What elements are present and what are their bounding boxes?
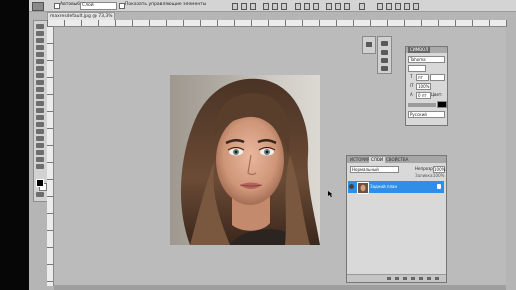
tools-panel [33,20,48,202]
text-style-buttons[interactable] [408,103,436,107]
character-panel: СИМВОЛ Tahoma T пт IT 100% A 0 пт Цвет: … [405,46,448,126]
quick-select-tool[interactable] [36,45,44,50]
layers-panel-tabbar: ИСТОРИЯ СЛОИ СВОЙСТВА [347,156,446,163]
blur-tool[interactable] [36,108,44,113]
distribute-bottom-icon[interactable] [313,3,319,10]
auto-align-icon[interactable] [359,3,365,10]
move-tool[interactable] [36,24,44,29]
distribute-right-icon[interactable] [344,3,350,10]
show-transform-label: Показать управляющие элементы [125,2,207,7]
3d-tool[interactable] [36,150,44,155]
distribute-top-icon[interactable] [295,3,301,10]
tab-character[interactable]: СИМВОЛ [408,47,431,53]
gradient-tool[interactable] [36,101,44,106]
screen-border [0,0,29,290]
styles-panel-icon[interactable] [381,58,388,63]
font-size-field[interactable]: пт [416,74,429,81]
adjustment-layer-icon[interactable] [411,277,415,280]
font-size-icon: T [410,74,413,79]
3d-scale-icon[interactable] [413,3,419,10]
collapsed-panel-paragraph [362,36,376,54]
hand-tool[interactable] [36,157,44,162]
lasso-tool[interactable] [36,38,44,43]
collapsed-panel-dock [377,36,392,74]
path-select-tool[interactable] [36,136,44,141]
options-bar: Автовыбор: Слой Показать управляющие эле… [29,0,516,12]
color-label: Цвет: [431,92,443,97]
paragraph-panel-icon[interactable] [366,42,372,47]
align-bottom-icon[interactable] [250,3,256,10]
language-dropdown[interactable]: Русский [408,111,445,118]
portrait-image-art [180,78,320,245]
dodge-tool[interactable] [36,115,44,120]
blend-mode-dropdown[interactable]: Нормальный [350,166,399,173]
portrait-image[interactable] [170,75,320,245]
crop-tool[interactable] [36,52,44,57]
fill-label: Заливка: [415,173,434,178]
mouse-cursor-icon [328,191,333,197]
eraser-tool[interactable] [36,94,44,99]
3d-drag-icon[interactable] [395,3,401,10]
font-family-dropdown[interactable]: Tahoma [408,56,445,63]
baseline-icon: A [410,92,413,97]
character-panel-tabbar: СИМВОЛ [406,47,447,53]
foreground-color-swatch[interactable] [36,179,44,187]
align-middle-icon[interactable] [241,3,247,10]
color-panel-icon[interactable] [381,41,388,46]
layer-thumbnail [357,182,369,194]
align-left-icon[interactable] [263,3,269,10]
layers-panel: ИСТОРИЯ СЛОИ СВОЙСТВА Нормальный Непрозр… [346,155,447,283]
tab-layers[interactable]: СЛОИ [369,157,385,163]
layer-name: Задний план [370,184,398,189]
trash-icon[interactable] [435,277,439,280]
align-top-icon[interactable] [232,3,238,10]
opacity-field[interactable]: 100% [433,166,445,173]
move-tool-icon[interactable] [32,2,44,11]
new-group-icon[interactable] [419,277,423,280]
distribute-middle-icon[interactable] [304,3,310,10]
history-brush-tool[interactable] [36,87,44,92]
photoshop-window: Автовыбор: Слой Показать управляющие эле… [0,0,516,290]
type-tool[interactable] [36,129,44,134]
align-right-icon[interactable] [281,3,287,10]
autoselect-dropdown[interactable]: Слой [80,2,117,10]
3d-rotate-icon[interactable] [377,3,383,10]
status-bar [54,285,506,290]
visibility-eye-icon[interactable] [349,184,354,189]
lock-fill-row: Заливка: 100% [350,173,444,179]
3d-slide-icon[interactable] [404,3,410,10]
fill-field[interactable]: 100% [433,173,444,179]
swatches-panel-icon[interactable] [381,50,388,55]
layer-thumbnail-art [360,184,366,192]
vertical-scale-icon: IT [410,83,414,88]
pen-tool[interactable] [36,122,44,127]
distribute-center-icon[interactable] [335,3,341,10]
adjustments-panel-icon[interactable] [381,66,388,71]
quick-mask-button[interactable] [36,192,44,197]
distribute-left-icon[interactable] [326,3,332,10]
tab-properties[interactable]: СВОЙСТВА [384,157,410,163]
healing-brush-tool[interactable] [36,66,44,71]
marquee-tool[interactable] [36,31,44,36]
baseline-shift-field[interactable]: 0 пт [416,92,431,99]
font-style-dropdown[interactable] [408,65,426,72]
horizontal-ruler[interactable] [47,20,507,27]
clone-stamp-tool[interactable] [36,80,44,85]
layer-style-icon[interactable] [395,277,399,280]
text-color-swatch[interactable] [437,101,447,108]
leading-field[interactable] [430,74,445,81]
shape-tool[interactable] [36,143,44,148]
brush-tool[interactable] [36,73,44,78]
zoom-tool[interactable] [36,164,44,169]
align-center-icon[interactable] [272,3,278,10]
vertical-scale-field[interactable]: 100% [416,83,431,90]
link-layers-icon[interactable] [387,277,391,280]
layer-mask-icon[interactable] [403,277,407,280]
3d-roll-icon[interactable] [386,3,392,10]
new-layer-icon[interactable] [427,277,431,280]
vertical-ruler[interactable] [47,26,54,286]
lock-icon [437,184,441,189]
layers-panel-footer [347,274,446,282]
eyedropper-tool[interactable] [36,59,44,64]
